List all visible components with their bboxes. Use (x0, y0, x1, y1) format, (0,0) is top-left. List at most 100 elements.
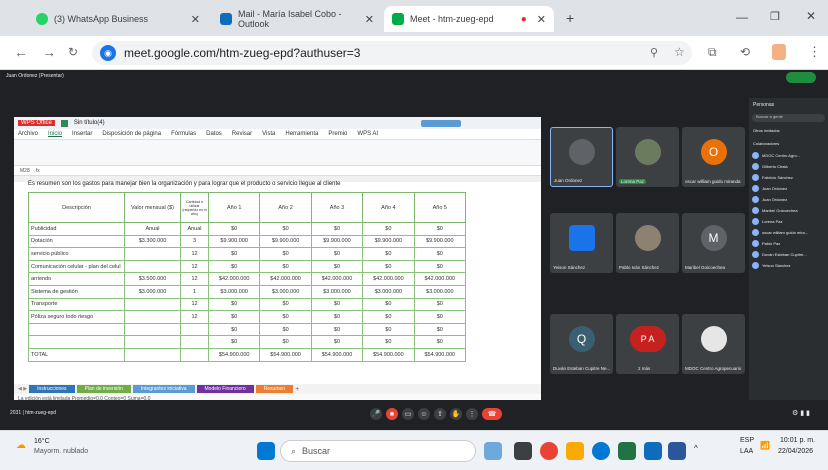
weather-icon[interactable]: ☁ (16, 440, 26, 451)
table-cell[interactable]: $0 (413, 259, 467, 274)
table-cell[interactable]: $0 (413, 247, 467, 261)
table-cell[interactable]: $42.000.000 (207, 272, 261, 286)
participant-tile[interactable]: O oscar william guido miranda (682, 127, 745, 187)
tab-meet[interactable]: Meet - htm-zueg-epd ● ✕ (384, 6, 554, 32)
tab-outlook[interactable]: Mail - María Isabel Cobo - Outlook ✕ (212, 6, 382, 32)
menu-item[interactable]: Fórmulas (171, 131, 196, 137)
table-cell[interactable]: $0 (207, 335, 261, 349)
table-cell[interactable] (28, 335, 125, 349)
table-cell[interactable]: Publicidad (28, 222, 125, 236)
header-cell[interactable]: Valor mensual ($) (124, 192, 181, 223)
table-cell[interactable]: Comunicación celular - plan del celul (28, 259, 125, 274)
table-cell[interactable] (124, 335, 181, 349)
table-cell[interactable]: $9.900.000 (259, 234, 312, 249)
table-cell[interactable]: $0 (362, 222, 415, 236)
table-cell[interactable]: $9.900.000 (362, 234, 415, 249)
people-list-item[interactable]: Pablo Paz (749, 238, 828, 249)
menu-icon[interactable]: ⋮ (808, 44, 821, 60)
table-cell[interactable]: $0 (259, 322, 312, 337)
table-cell[interactable]: $9.900.000 (413, 234, 467, 249)
widgets-icon[interactable] (484, 442, 502, 460)
menu-item[interactable]: Inicio (48, 131, 62, 137)
table-cell[interactable]: 1 (180, 284, 209, 299)
language-indicator[interactable]: ESP (740, 437, 754, 444)
table-cell[interactable] (180, 335, 209, 349)
table-cell[interactable]: $0 (362, 247, 415, 261)
people-list-item[interactable]: Maribel Goicoechea (749, 205, 828, 216)
outlook-icon[interactable] (644, 442, 662, 460)
close-tab-icon[interactable]: ✕ (191, 13, 200, 26)
participant-tile[interactable]: Lorena Paz (616, 127, 679, 187)
table-cell[interactable]: servicio público (28, 247, 125, 261)
menu-item[interactable]: WPS AI (357, 131, 378, 137)
raise-hand-icon[interactable]: ✋ (450, 408, 462, 420)
table-cell[interactable]: $0 (362, 259, 415, 274)
table-cell[interactable]: $3.000.000 (310, 284, 364, 299)
table-cell[interactable]: 3 (180, 234, 209, 249)
people-list-item[interactable]: Gilberto Chalá (749, 161, 828, 172)
people-list-item[interactable]: MDOC Centro Agro... (749, 150, 828, 161)
table-cell[interactable]: $54.900.000 (362, 347, 415, 362)
table-cell[interactable]: $0 (362, 297, 415, 312)
table-cell[interactable]: $0 (310, 322, 364, 337)
zoom-icon[interactable]: ⚲ (650, 46, 658, 59)
close-tab-icon[interactable]: ✕ (537, 13, 546, 26)
sheet-tab[interactable]: Instrucciones (29, 385, 75, 393)
extensions-icon[interactable]: ⧉ (708, 45, 717, 60)
table-cell[interactable]: Anual (124, 222, 181, 236)
sheet-tab[interactable]: Modelo Financiero (196, 385, 254, 393)
table-cell[interactable]: $0 (413, 310, 467, 324)
table-cell[interactable]: $0 (310, 259, 364, 274)
table-cell[interactable]: 12 (180, 259, 209, 274)
clock-time[interactable]: 10:01 p. m. (780, 437, 815, 444)
table-cell[interactable]: arriendo (28, 272, 125, 286)
table-cell[interactable]: $3.000.000 (207, 284, 261, 299)
table-cell[interactable]: $0 (259, 222, 312, 236)
file-name[interactable]: Sin título(4) (74, 120, 105, 126)
network-icon[interactable]: 📶 (760, 441, 770, 450)
table-cell[interactable] (124, 247, 181, 261)
language-sub[interactable]: LAA (740, 448, 753, 455)
table-cell[interactable] (28, 322, 125, 337)
clock-date[interactable]: 22/04/2026 (778, 448, 813, 455)
weather-temp[interactable]: 16°C (34, 438, 50, 445)
table-cell[interactable]: $42.000.000 (413, 272, 467, 286)
reload-icon[interactable]: ↻ (68, 45, 78, 59)
header-cell[interactable]: Año 5 (413, 192, 467, 223)
menu-item[interactable]: Revisar (232, 131, 252, 137)
table-cell[interactable]: $0 (413, 335, 467, 349)
table-cell[interactable]: $0 (207, 310, 261, 324)
header-cell[interactable]: Cantidad a utilizar (requerido en el año… (180, 192, 209, 223)
cell-reference[interactable]: M28 (20, 168, 30, 174)
table-cell[interactable]: Sistema de gestión (28, 284, 125, 299)
participant-tile[interactable]: Juan Ordonez (550, 127, 613, 187)
address-bar[interactable]: ◉ meet.google.com/htm-zueg-epd?authuser=… (92, 41, 692, 65)
table-cell[interactable]: $0 (362, 335, 415, 349)
menu-item[interactable]: Datos (206, 131, 222, 137)
minimize-icon[interactable]: — (736, 10, 748, 24)
start-icon[interactable] (257, 442, 275, 460)
table-cell[interactable] (180, 322, 209, 337)
header-cell[interactable]: Año 1 (207, 192, 261, 223)
table-cell[interactable]: $0 (362, 322, 415, 337)
site-info-icon[interactable]: ◉ (100, 45, 116, 61)
table-cell[interactable]: $0 (413, 322, 467, 337)
table-cell[interactable] (124, 347, 181, 362)
table-cell[interactable]: $0 (207, 259, 261, 274)
menu-item[interactable]: Archivo (18, 131, 38, 137)
table-cell[interactable]: $54.900.000 (259, 347, 312, 362)
add-sheet-button[interactable]: + (295, 386, 299, 393)
present-indicator[interactable] (786, 72, 816, 83)
wps-app-label[interactable]: WPS Office (18, 120, 55, 126)
present-icon[interactable]: ⇧ (434, 408, 446, 420)
people-list-item[interactable]: Yeison Sánchez (749, 260, 828, 271)
leave-call-icon[interactable]: ☎ (482, 408, 502, 420)
people-list-item[interactable]: Fabricio Sánchez (749, 172, 828, 183)
table-cell[interactable]: $42.000.000 (310, 272, 364, 286)
mic-icon[interactable]: 🎤 (370, 408, 382, 420)
table-cell[interactable] (124, 310, 181, 324)
table-cell[interactable]: $0 (207, 222, 261, 236)
back-icon[interactable]: ← (14, 44, 28, 60)
table-cell[interactable]: Dotación (28, 234, 125, 249)
table-cell[interactable] (124, 322, 181, 337)
